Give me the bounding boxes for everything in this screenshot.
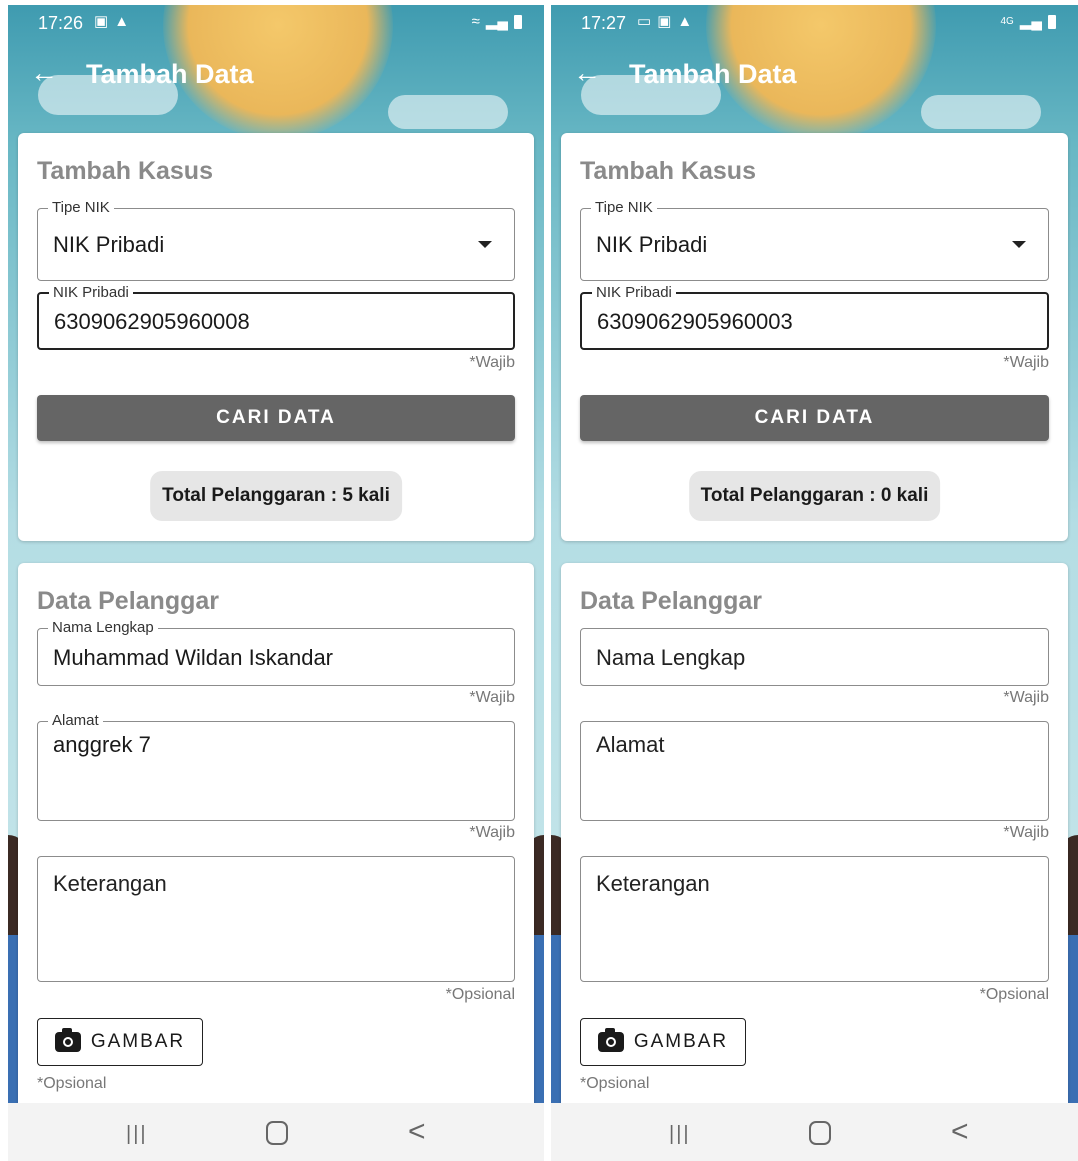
back-arrow-icon[interactable]: ←: [30, 59, 58, 87]
nik-type-select[interactable]: Tipe NIK NIK Pribadi: [37, 199, 515, 281]
camera-icon: [597, 1028, 624, 1052]
nav-back-icon[interactable]: <: [951, 1115, 969, 1149]
button-label: GAMBAR: [90, 1031, 186, 1052]
status-time: 17:27: [581, 13, 627, 33]
image-icon: ▣: [94, 13, 109, 30]
input-placeholder: Alamat: [596, 732, 665, 757]
required-hint: *Wajib: [469, 689, 515, 706]
button-label: GAMBAR: [633, 1031, 729, 1052]
notes-input[interactable]: Keterangan: [37, 856, 515, 982]
page-title: Tambah Data: [86, 59, 254, 89]
input-value: anggrek 7: [53, 732, 151, 757]
optional-hint: *Opsional: [37, 1075, 107, 1092]
app-bar: ← Tambah Data: [551, 39, 1078, 109]
customer-card: Data Pelanggar Nama Lengkap *Wajib Alama…: [561, 563, 1068, 1123]
system-nav-bar: ||| <: [551, 1103, 1078, 1161]
app-bar: ← Tambah Data: [8, 39, 544, 109]
search-button[interactable]: CARI DATA: [37, 395, 515, 441]
network-type-label: 4G: [1000, 16, 1014, 27]
required-hint: *Wajib: [469, 824, 515, 841]
status-bar: 17:26 ▣ ▲ ≈ ▂▄: [8, 5, 544, 39]
full-name-input[interactable]: Nama Lengkap Muhammad Wildan Iskandar: [37, 619, 515, 686]
optional-hint: *Opsional: [445, 986, 515, 1003]
card-title: Data Pelanggar: [580, 587, 763, 615]
home-icon[interactable]: [809, 1121, 831, 1145]
warning-icon: ▲: [114, 13, 130, 30]
required-hint: *Wajib: [469, 354, 515, 371]
recent-apps-icon[interactable]: |||: [669, 1123, 691, 1146]
phone-screen-right: 17:27 ▭ ▣ ▲ 4G ▂▄ ← Tambah Data Tambah K…: [551, 5, 1078, 1161]
field-label: NIK Pribadi: [49, 284, 133, 301]
field-label: Alamat: [48, 712, 103, 729]
laptop-icon: ▭: [637, 13, 652, 30]
select-value: NIK Pribadi: [596, 232, 708, 257]
nav-back-icon[interactable]: <: [408, 1115, 426, 1149]
optional-hint: *Opsional: [979, 986, 1049, 1003]
wifi-icon: ≈: [471, 13, 480, 30]
add-image-button[interactable]: GAMBAR: [37, 1018, 203, 1066]
battery-icon: [514, 15, 522, 29]
field-label: NIK Pribadi: [592, 284, 676, 301]
notes-input[interactable]: Keterangan: [580, 856, 1049, 982]
warning-icon: ▲: [677, 13, 693, 30]
input-placeholder: Nama Lengkap: [596, 645, 746, 670]
nik-type-select[interactable]: Tipe NIK NIK Pribadi: [580, 199, 1049, 281]
violation-total-badge: Total Pelanggaran : 0 kali: [688, 471, 941, 521]
card-title: Tambah Kasus: [580, 157, 756, 185]
add-image-button[interactable]: GAMBAR: [580, 1018, 746, 1066]
address-input[interactable]: Alamat anggrek 7: [37, 712, 515, 821]
required-hint: *Wajib: [1003, 354, 1049, 371]
page-title: Tambah Data: [629, 59, 797, 89]
dropdown-arrow-icon: [478, 241, 492, 248]
dropdown-arrow-icon: [1012, 241, 1026, 248]
nik-input[interactable]: NIK Pribadi 6309062905960008: [37, 284, 515, 350]
field-label: Nama Lengkap: [48, 619, 158, 636]
nik-input[interactable]: NIK Pribadi 6309062905960003: [580, 284, 1049, 350]
input-value: Muhammad Wildan Iskandar: [53, 645, 334, 670]
system-nav-bar: ||| <: [8, 1103, 544, 1161]
status-time: 17:26: [38, 13, 84, 33]
required-hint: *Wajib: [1003, 689, 1049, 706]
field-label: Tipe NIK: [591, 199, 657, 216]
field-label: Tipe NIK: [48, 199, 114, 216]
address-input[interactable]: Alamat: [580, 721, 1049, 821]
optional-hint: *Opsional: [580, 1075, 650, 1092]
phone-screen-left: 17:26 ▣ ▲ ≈ ▂▄ ← Tambah Data Tambah Kasu…: [8, 5, 544, 1161]
battery-icon: [1048, 15, 1056, 29]
image-icon: ▣: [657, 13, 672, 30]
input-value: 6309062905960003: [597, 309, 793, 334]
full-name-input[interactable]: Nama Lengkap: [580, 628, 1049, 686]
select-value: NIK Pribadi: [53, 232, 165, 257]
card-title: Tambah Kasus: [37, 157, 213, 185]
violation-total-badge: Total Pelanggaran : 5 kali: [150, 471, 402, 521]
back-arrow-icon[interactable]: ←: [573, 59, 601, 87]
input-placeholder: Keterangan: [596, 871, 710, 896]
card-title: Data Pelanggar: [37, 587, 220, 615]
home-icon[interactable]: [266, 1121, 288, 1145]
input-value: 6309062905960008: [54, 309, 250, 334]
signal-icon: ▂▄: [485, 13, 508, 30]
case-card: Tambah Kasus Tipe NIK NIK Pribadi NIK Pr…: [561, 133, 1068, 541]
case-card: Tambah Kasus Tipe NIK NIK Pribadi NIK Pr…: [18, 133, 534, 541]
search-button[interactable]: CARI DATA: [580, 395, 1049, 441]
signal-icon: ▂▄: [1019, 13, 1042, 30]
camera-icon: [54, 1028, 81, 1052]
customer-card: Data Pelanggar Nama Lengkap Muhammad Wil…: [18, 563, 534, 1123]
status-bar: 17:27 ▭ ▣ ▲ 4G ▂▄: [551, 5, 1078, 39]
recent-apps-icon[interactable]: |||: [126, 1123, 148, 1146]
required-hint: *Wajib: [1003, 824, 1049, 841]
input-placeholder: Keterangan: [53, 871, 167, 896]
